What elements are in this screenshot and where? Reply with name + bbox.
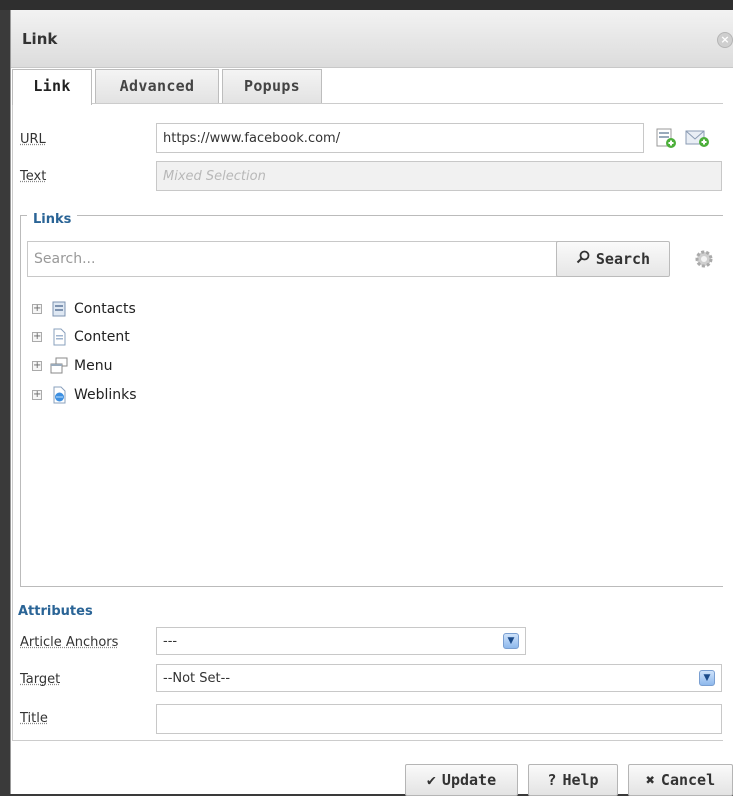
cancel-button[interactable]: ✖ Cancel xyxy=(628,764,733,796)
expand-icon[interactable]: + xyxy=(32,361,42,371)
dialog-title: Link xyxy=(22,30,58,48)
tree-item-content[interactable]: + Content xyxy=(32,327,130,347)
tree-item-label: Contacts xyxy=(74,301,136,317)
gear-icon[interactable] xyxy=(694,249,714,273)
weblinks-icon xyxy=(50,386,68,404)
article-anchors-value: --- xyxy=(163,634,178,649)
url-label: URL xyxy=(20,132,46,147)
tree-item-label: Menu xyxy=(74,358,113,374)
search-input[interactable]: Search... xyxy=(27,241,560,277)
tree-item-contacts[interactable]: + Contacts xyxy=(32,299,136,319)
expand-icon[interactable]: + xyxy=(32,304,42,314)
chevron-down-icon[interactable]: ▼ xyxy=(699,670,715,686)
close-icon: ✖ xyxy=(645,771,655,789)
expand-icon[interactable]: + xyxy=(32,390,42,400)
url-input[interactable]: https://www.facebook.com/ xyxy=(156,123,644,153)
text-input[interactable]: Mixed Selection xyxy=(156,161,722,191)
target-select[interactable]: --Not Set-- ▼ xyxy=(156,664,722,692)
tree-item-label: Content xyxy=(74,329,130,345)
help-button[interactable]: ? Help xyxy=(528,764,618,796)
chevron-down-icon[interactable]: ▼ xyxy=(503,633,519,649)
text-label: Text xyxy=(20,169,47,184)
cancel-label: Cancel xyxy=(660,771,716,789)
attributes-heading: Attributes xyxy=(18,604,93,619)
content-icon xyxy=(50,328,68,346)
help-label: Help xyxy=(562,771,599,789)
search-button-label: Search xyxy=(595,250,651,268)
contacts-icon xyxy=(50,300,68,318)
article-anchors-select[interactable]: --- ▼ xyxy=(156,627,526,655)
target-value: --Not Set-- xyxy=(163,671,231,686)
tree-item-weblinks[interactable]: + Weblinks xyxy=(32,385,137,405)
update-label: Update xyxy=(441,771,497,789)
tree-item-label: Weblinks xyxy=(74,387,137,403)
links-legend: Links xyxy=(27,212,78,227)
check-icon: ✔ xyxy=(426,771,436,789)
file-browser-icon[interactable] xyxy=(655,127,677,153)
tab-advanced[interactable]: Advanced xyxy=(95,69,219,104)
menu-icon xyxy=(50,357,68,375)
email-link-icon[interactable] xyxy=(685,128,709,152)
background-strip xyxy=(0,0,733,10)
search-button[interactable]: Search xyxy=(556,241,670,277)
tab-link[interactable]: Link xyxy=(12,69,92,105)
title-label: Title xyxy=(20,711,48,726)
search-icon xyxy=(576,242,590,276)
close-icon[interactable]: × xyxy=(717,32,733,48)
article-anchors-label: Article Anchors xyxy=(20,635,119,650)
tree-item-menu[interactable]: + Menu xyxy=(32,356,112,376)
tab-popups[interactable]: Popups xyxy=(222,69,322,104)
question-icon: ? xyxy=(547,771,557,789)
dialog-titlebar: Link × xyxy=(11,10,733,68)
target-label: Target xyxy=(20,672,61,687)
expand-icon[interactable]: + xyxy=(32,332,42,342)
update-button[interactable]: ✔ Update xyxy=(405,764,518,796)
title-input[interactable] xyxy=(156,704,722,734)
